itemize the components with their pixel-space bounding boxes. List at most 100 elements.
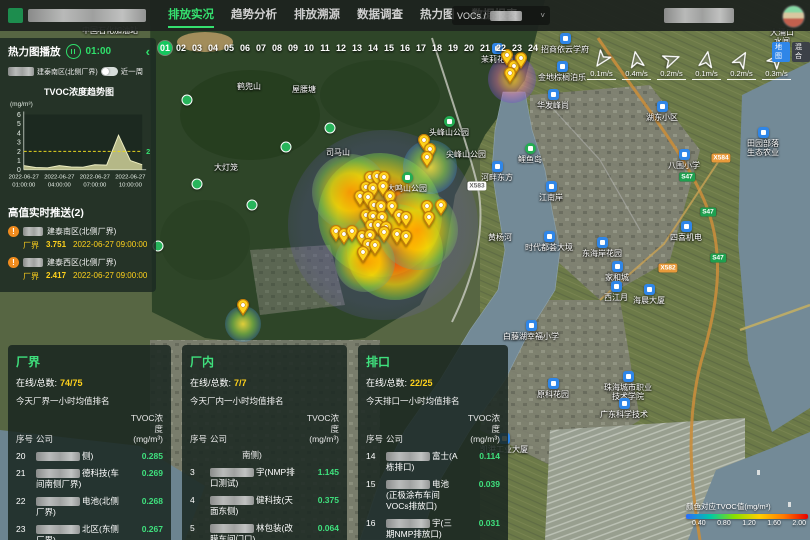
tvoc-trend-chart: 012345622022-06-2701:00:002022-06-2704:0… <box>8 108 158 194</box>
wind-speed: 0.4m/s <box>622 69 651 80</box>
nav-item-数据调查[interactable]: 数据调查 <box>357 0 403 31</box>
warning-icon: ! <box>8 257 19 268</box>
timeline-hour-18[interactable]: 18 <box>430 41 444 55</box>
playback-time: 01:00 <box>86 46 112 57</box>
redacted-company <box>210 468 254 477</box>
row-value: 0.114 <box>460 451 500 461</box>
table-row[interactable]: 5林包装(改膜车间门口)0.064 <box>190 519 339 540</box>
row-company: 宇(三期NMP排放口) <box>386 518 460 540</box>
timeline-hour-22[interactable]: 22 <box>494 41 508 55</box>
timeline-hour-09[interactable]: 09 <box>286 41 300 55</box>
timeline-hour-15[interactable]: 15 <box>382 41 396 55</box>
timeline-hour-24[interactable]: 24 <box>526 41 540 55</box>
timeline-hour-06[interactable]: 06 <box>238 41 252 55</box>
col-value: TVOC浓度(mg/m³) <box>460 413 500 445</box>
timeline-hour-12[interactable]: 12 <box>334 41 348 55</box>
row-num: 23 <box>16 524 36 534</box>
avatar[interactable] <box>782 5 805 28</box>
svg-text:2022-06-27: 2022-06-27 <box>115 175 145 181</box>
table-row[interactable]: 14富士(A栋排口)0.114 <box>366 447 500 475</box>
timeline-hour-02[interactable]: 02 <box>174 41 188 55</box>
map-type-混合[interactable]: 混合 <box>792 42 810 62</box>
table-row[interactable]: 22电池(北侧厂界)0.268 <box>16 492 163 520</box>
nav-item-排放溯源[interactable]: 排放溯源 <box>294 0 340 31</box>
nav-item-热力图[interactable]: 热力图 <box>420 0 455 31</box>
timeline-hour-08[interactable]: 08 <box>270 41 284 55</box>
chevron-down-icon: ˅ <box>540 11 545 20</box>
panel-changjie: 厂界在线/总数:74/75今天厂界一小时均值排名序号公司TVOC浓度(mg/m³… <box>8 345 171 540</box>
panel-paikou: 排口在线/总数:22/25今天排口一小时均值排名序号公司TVOC浓度(mg/m³… <box>358 345 508 540</box>
svg-text:2022-06-27: 2022-06-27 <box>9 175 39 181</box>
timeline-hour-14[interactable]: 14 <box>366 41 380 55</box>
push-station: 建泰南区(北侧厂界) <box>47 226 116 237</box>
row-company: 林包装(改膜车间门口) <box>210 523 299 540</box>
row-value: 0.064 <box>299 523 339 533</box>
row-num: 20 <box>16 451 36 461</box>
nav-item-趋势分析[interactable]: 趋势分析 <box>231 0 277 31</box>
row-num: 15 <box>366 479 386 489</box>
timeline-hour-11[interactable]: 11 <box>318 41 332 55</box>
svg-text:6: 6 <box>17 112 21 119</box>
timeline-hour-10[interactable]: 10 <box>302 41 316 55</box>
voc-dashboard: 中国石化加油站鹤兜山屋腰塘司马山大灯笼尖峰山公园黄杨河大涌口水闸大鸣山公园头峰山… <box>0 0 810 540</box>
col-company: 公司 <box>386 433 460 445</box>
playback-title: 热力图播放 <box>8 44 61 59</box>
timeline-hour-03[interactable]: 03 <box>190 41 204 55</box>
svg-text:3: 3 <box>17 140 21 147</box>
rank-title: 今天排口一小时均值排名 <box>366 395 500 407</box>
timeline-hour-23[interactable]: 23 <box>510 41 524 55</box>
row-num: 5 <box>190 523 210 533</box>
timeline-hour-01[interactable]: 01 <box>158 41 172 55</box>
push-item-2[interactable]: !建泰西区(北侧厂界)厂界2.4172022-06-27 09:00:00 <box>8 257 150 282</box>
table-row[interactable]: 20侧)0.285 <box>16 447 163 464</box>
pause-button[interactable] <box>66 44 81 59</box>
wind-indicator-1: 0.1m/s <box>584 50 619 80</box>
svg-text:1: 1 <box>17 158 21 165</box>
timeline-hour-20[interactable]: 20 <box>462 41 476 55</box>
timeline-hour-04[interactable]: 04 <box>206 41 220 55</box>
row-company: 北区(东侧厂界) <box>36 524 123 540</box>
timeline-hour-16[interactable]: 16 <box>398 41 412 55</box>
timeline-hour-21[interactable]: 21 <box>478 41 492 55</box>
table-row[interactable]: 23北区(东侧厂界)0.267 <box>16 520 163 540</box>
row-num: 4 <box>190 495 210 505</box>
timeline-hour-17[interactable]: 17 <box>414 41 428 55</box>
table-row[interactable]: 21德科技(车间南侧厂界)0.269 <box>16 464 163 492</box>
timeline-hour-07[interactable]: 07 <box>254 41 268 55</box>
col-value: TVOC浓度(mg/m³) <box>299 413 339 445</box>
voc-type-dropdown[interactable]: VOCs / ˅ <box>452 6 550 25</box>
push-list: !建泰南区(北侧厂界)厂界3.7512022-06-27 09:00:00!建泰… <box>8 226 150 282</box>
redacted-company <box>36 497 80 506</box>
table-row[interactable]: 4健科技(天面东侧)0.375 <box>190 491 339 519</box>
table-row[interactable]: 15电池(正极涂布车间VOCs排放口)0.039 <box>366 475 500 514</box>
timeline-hour-19[interactable]: 19 <box>446 41 460 55</box>
svg-text:01:00:00: 01:00:00 <box>12 183 36 189</box>
timeline-hour-13[interactable]: 13 <box>350 41 364 55</box>
map-type-地图[interactable]: 地图 <box>772 42 790 62</box>
last-week-toggle[interactable] <box>101 67 118 76</box>
table-rows: 14富士(A栋排口)0.11415电池(正极涂布车间VOCs排放口)0.0391… <box>366 447 500 540</box>
online-value: 22/25 <box>410 378 433 388</box>
table-rows: 3宇(NMP排口测试)1.1454健科技(天面东侧)0.3755林包装(改膜车间… <box>190 463 339 540</box>
push-type: 厂界 <box>23 271 39 282</box>
col-num: 序号 <box>366 433 386 445</box>
table-rows: 20侧)0.28521德科技(车间南侧厂界)0.26922电池(北侧厂界)0.2… <box>16 447 163 540</box>
push-type: 厂界 <box>23 240 39 251</box>
collapse-panel-arrow[interactable]: ‹ <box>146 46 150 58</box>
table-row[interactable]: 16宇(三期NMP排放口)0.031 <box>366 514 500 540</box>
tvoc-color-legend: 颜色对应TVOC值(mg/m³) 0.400.801.201.602.00 <box>686 501 808 527</box>
col-num: 序号 <box>190 433 210 445</box>
table-row[interactable]: 3宇(NMP排口测试)1.145 <box>190 463 339 491</box>
legend-tick: 1.20 <box>742 520 756 527</box>
timeline-hour-05[interactable]: 05 <box>222 41 236 55</box>
partial-row-text: 南侧) <box>242 449 339 461</box>
panel-title: 厂内 <box>190 353 339 370</box>
redacted-company <box>386 480 430 489</box>
voc-value-redacted <box>490 11 522 21</box>
push-panel-title: 高值实时推送(2) <box>8 205 150 220</box>
push-item-1[interactable]: !建泰南区(北侧厂界)厂界3.7512022-06-27 09:00:00 <box>8 226 150 251</box>
nav-item-排放实况[interactable]: 排放实况 <box>168 0 214 31</box>
redacted-company <box>386 452 430 461</box>
rank-title: 今天厂内一小时均值排名 <box>190 395 339 407</box>
row-num: 22 <box>16 496 36 506</box>
